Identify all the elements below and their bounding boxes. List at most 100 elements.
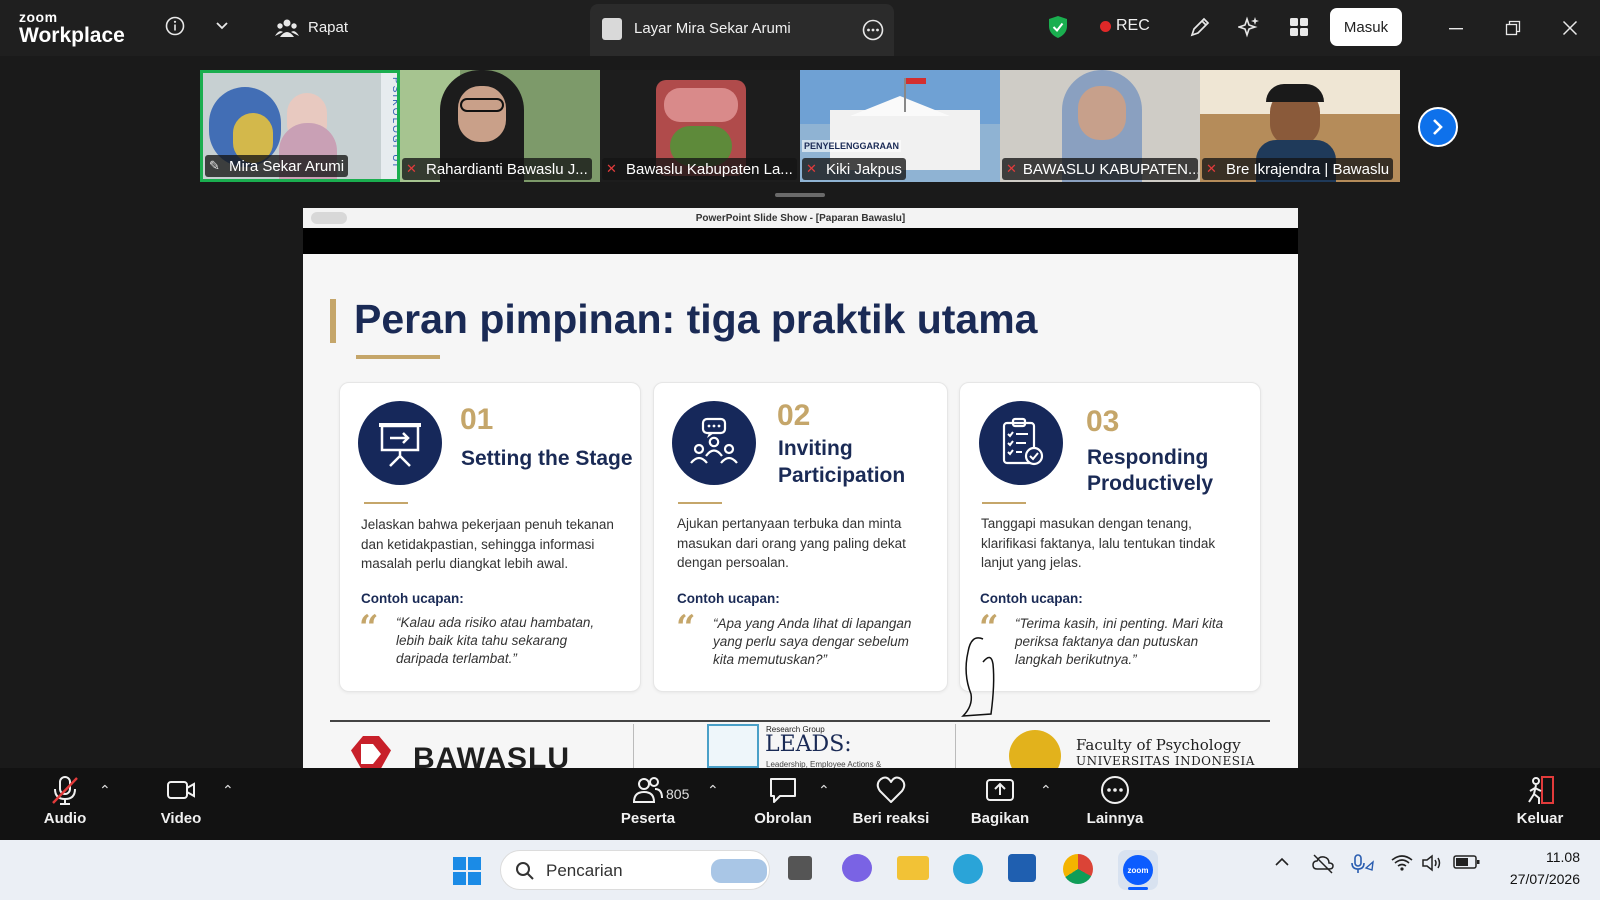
gallery-next-button[interactable] — [1418, 107, 1458, 147]
meeting-controls: Audio ⌃ Video ⌃ Peserta 805 ⌃ Obrolan ⌃ … — [0, 768, 1600, 840]
windows-start-icon[interactable] — [452, 856, 482, 886]
logo-separator — [955, 724, 956, 768]
audio-options-chevron-icon[interactable]: ⌃ — [99, 782, 111, 799]
card-heading-line: Inviting — [778, 437, 853, 460]
chrome-browser-icon[interactable] — [1063, 854, 1093, 884]
ai-companion-icon[interactable] — [1236, 14, 1262, 40]
sign-in-button[interactable]: Masuk — [1330, 8, 1402, 46]
zoom-app-active[interactable]: zoom — [1118, 850, 1158, 890]
close-icon[interactable] — [1558, 16, 1582, 40]
microsoft-store-icon[interactable] — [1008, 854, 1036, 882]
background-banner-text: PENYELENGGARAAN — [802, 140, 902, 152]
card-quote: “Terima kasih, ini penting. Mari kita pe… — [1015, 616, 1224, 667]
card-heading-line: Participation — [778, 464, 906, 487]
quote-icon: “ — [359, 608, 379, 648]
card-divider — [982, 502, 1026, 504]
checklist-icon — [979, 401, 1063, 485]
participant-name-text: Rahardianti Bawaslu J... — [426, 160, 588, 178]
wifi-icon[interactable] — [1391, 854, 1413, 877]
participant-tile[interactable]: ✕ BAWASLU KABUPATEN... — [1000, 70, 1200, 182]
participant-face — [1078, 86, 1126, 140]
annotation-scribble — [961, 637, 995, 717]
card-body: Tanggapi masukan dengan tenang, klarifik… — [981, 516, 1216, 570]
card-heading: Setting the Stage — [461, 447, 633, 470]
participants-label: Peserta — [620, 810, 676, 827]
pin-icon: ✎ — [209, 158, 220, 173]
chat-button[interactable]: Obrolan — [748, 774, 818, 827]
meeting-people-icon — [274, 16, 300, 40]
restore-window-icon[interactable] — [1501, 16, 1525, 40]
participant-tile[interactable]: PENYELENGGARAAN ✕ Kiki Jakpus — [800, 70, 1000, 182]
card-body: Ajukan pertanyaan terbuka dan minta masu… — [677, 516, 906, 570]
rec-dot-icon — [1100, 21, 1111, 32]
react-label: Beri reaksi — [852, 810, 930, 827]
task-view-icon[interactable] — [788, 856, 812, 880]
leads-logo-icon — [707, 724, 759, 768]
microphone-in-use-icon[interactable] — [1350, 854, 1374, 879]
glasses-icon — [460, 98, 504, 112]
participant-name-text: Bre Ikrajendra | Bawaslu — [1226, 160, 1390, 178]
file-explorer-icon[interactable] — [897, 856, 929, 880]
apps-grid-icon[interactable] — [1286, 14, 1312, 40]
presentation-slide: Peran pimpinan: tiga praktik utama 01 Se… — [303, 254, 1298, 768]
screen-share-tab[interactable]: Layar Mira Sekar Arumi — [590, 4, 894, 56]
participant-tile[interactable]: PSIKOLOGI UI ✎ Mira Sekar Arumi — [200, 70, 400, 182]
react-button[interactable]: Beri reaksi — [851, 774, 931, 827]
participants-options-chevron-icon[interactable]: ⌃ — [707, 782, 719, 799]
background-side-text: PSIKOLOGI UI — [381, 73, 397, 179]
audio-button[interactable]: Audio — [40, 774, 90, 827]
card-quote: “Kalau ada risiko atau hambatan, lebih b… — [396, 615, 595, 666]
participant-count: 805 — [666, 786, 690, 802]
taskbar-search-box[interactable]: Pencarian — [500, 850, 770, 890]
participant-name-text: Bawaslu Kabupaten La... — [626, 160, 793, 178]
onedrive-offline-icon[interactable] — [1312, 854, 1334, 879]
meeting-label[interactable]: Rapat — [308, 19, 348, 36]
more-options-icon[interactable] — [862, 19, 884, 41]
example-label: Contoh ucapan: — [361, 591, 464, 606]
title-accent-bar — [330, 299, 336, 343]
participant-name-text: BAWASLU KABUPATEN... — [1022, 160, 1198, 178]
mic-muted-icon: ✕ — [406, 161, 417, 176]
participant-face — [458, 86, 506, 142]
video-button[interactable]: Video — [156, 774, 206, 827]
annotate-pen-icon[interactable] — [1187, 14, 1213, 40]
share-options-chevron-icon[interactable]: ⌃ — [1040, 782, 1052, 799]
share-screen-button[interactable]: Bagikan — [966, 774, 1034, 827]
volume-icon[interactable] — [1421, 854, 1443, 877]
mic-muted-icon: ✕ — [606, 161, 617, 176]
rec-label[interactable]: REC — [1116, 17, 1150, 35]
participant-hair — [1266, 84, 1324, 102]
system-clock[interactable]: 11.08 27/07/2026 — [1480, 846, 1580, 890]
card-number: 01 — [460, 403, 494, 436]
faculty-name: Faculty of Psychology — [1076, 736, 1241, 754]
leave-button[interactable]: Keluar — [1512, 774, 1568, 827]
search-highlight-image — [711, 859, 767, 883]
logo-small-text: zoom — [19, 9, 58, 25]
security-shield-icon[interactable] — [1046, 14, 1070, 40]
bawaslu-logo-text: BAWASLU — [413, 742, 570, 768]
show-hidden-icons-chevron-icon[interactable] — [1274, 854, 1290, 875]
avatar-flowers — [664, 88, 738, 122]
gallery-resize-handle[interactable] — [775, 193, 825, 197]
search-placeholder: Pencarian — [546, 861, 623, 880]
edge-browser-icon[interactable] — [953, 854, 983, 884]
participant-tile[interactable]: ✕ Bre Ikrajendra | Bawaslu — [1200, 70, 1400, 182]
participant-tile[interactable]: ✕ Rahardianti Bawaslu J... — [400, 70, 600, 182]
minimize-icon[interactable] — [1444, 16, 1468, 40]
more-dots-icon — [1101, 776, 1129, 804]
copilot-icon[interactable] — [842, 854, 872, 882]
practice-card: 02 Inviting Participation Ajukan pertany… — [653, 382, 948, 692]
battery-icon[interactable] — [1453, 854, 1481, 875]
slide-footer-logos: BAWASLU Research Group LEADS: Leadership… — [303, 724, 1298, 768]
participant-name: ✕ Bawaslu Kabupaten La... — [602, 158, 797, 180]
chat-options-chevron-icon[interactable]: ⌃ — [818, 782, 830, 799]
more-button[interactable]: Lainnya — [1080, 774, 1150, 827]
participant-tile[interactable]: ✕ Bawaslu Kabupaten La... — [600, 70, 800, 182]
chevron-down-icon[interactable] — [210, 14, 234, 38]
slide-title: Peran pimpinan: tiga praktik utama — [354, 296, 1038, 342]
window-icon — [311, 212, 347, 224]
card-heading-line: Productively — [1087, 472, 1214, 495]
video-options-chevron-icon[interactable]: ⌃ — [222, 782, 234, 799]
info-icon[interactable] — [163, 14, 187, 38]
participant-name-text: Mira Sekar Arumi — [229, 157, 345, 175]
